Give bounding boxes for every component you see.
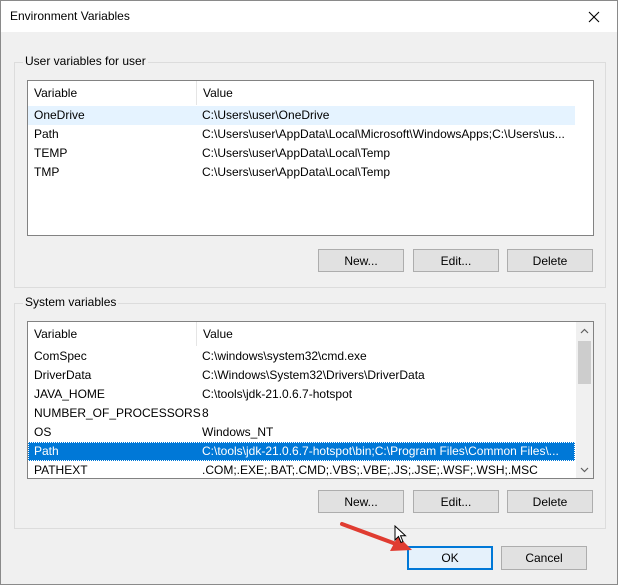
column-header-variable[interactable]: Variable (28, 322, 197, 346)
variable-name: JAVA_HOME (34, 387, 105, 401)
user-delete-button[interactable]: Delete (507, 249, 593, 272)
cancel-button[interactable]: Cancel (501, 546, 587, 570)
variable-name: TEMP (34, 146, 68, 160)
variable-value: .COM;.EXE;.BAT;.CMD;.VBS;.VBE;.JS;.JSE;.… (202, 463, 538, 477)
variable-value: C:\Windows\System32\Drivers\DriverData (202, 368, 425, 382)
variable-name: OS (34, 425, 52, 439)
column-header-value[interactable]: Value (197, 81, 576, 105)
list-item[interactable]: DriverData C:\Windows\System32\Drivers\D… (28, 366, 575, 385)
list-item[interactable]: ComSpec C:\windows\system32\cmd.exe (28, 347, 575, 366)
variable-value: 8 (202, 406, 209, 420)
user-variables-group: User variables for user Variable Value O… (14, 54, 606, 288)
variable-value: C:\Users\user\AppData\Local\Temp (202, 146, 391, 160)
list-item[interactable]: OneDrive C:\Users\user\OneDrive (28, 106, 575, 125)
scroll-down-icon (580, 467, 589, 472)
variable-name: OneDrive (34, 108, 85, 122)
list-item[interactable]: TMP C:\Users\user\AppData\Local\Temp (28, 163, 575, 182)
variable-value: Windows_NT (202, 425, 274, 439)
variable-name: Path (34, 444, 59, 458)
system-list-header: Variable Value (28, 322, 576, 346)
variable-name: DriverData (34, 368, 92, 382)
list-item-selected[interactable]: Path C:\tools\jdk-21.0.6.7-hotspot\bin;C… (28, 442, 575, 461)
column-header-value[interactable]: Value (197, 322, 576, 346)
list-item[interactable]: NUMBER_OF_PROCESSORS 8 (28, 404, 575, 423)
variable-name: Path (34, 127, 59, 141)
variable-value: C:\tools\jdk-21.0.6.7-hotspot (202, 387, 353, 401)
user-new-button[interactable]: New... (318, 249, 404, 272)
close-icon (588, 11, 600, 22)
list-item[interactable]: JAVA_HOME C:\tools\jdk-21.0.6.7-hotspot (28, 385, 575, 404)
variable-name: PATHEXT (34, 463, 88, 477)
column-header-variable[interactable]: Variable (28, 81, 197, 105)
system-variables-label: System variables (23, 295, 119, 309)
vertical-scrollbar[interactable] (576, 322, 593, 478)
user-variables-label: User variables for user (23, 54, 148, 68)
dialog-title: Environment Variables (10, 9, 130, 23)
list-item[interactable]: PATHEXT .COM;.EXE;.BAT;.CMD;.VBS;.VBE;.J… (28, 461, 575, 478)
scroll-down-button[interactable] (576, 461, 593, 478)
list-item[interactable]: TEMP C:\Users\user\AppData\Local\Temp (28, 144, 575, 163)
variable-name: ComSpec (34, 349, 87, 363)
user-variables-list[interactable]: Variable Value OneDrive C:\Users\user\On… (27, 80, 594, 236)
scrollbar-thumb[interactable] (578, 341, 591, 384)
user-list-header: Variable Value (28, 81, 593, 105)
title-bar: Environment Variables (1, 1, 617, 32)
close-button[interactable] (571, 1, 617, 32)
ok-button[interactable]: OK (407, 546, 493, 570)
system-delete-button[interactable]: Delete (507, 490, 593, 513)
scroll-up-icon (580, 328, 589, 333)
variable-value: C:\Users\user\AppData\Local\Microsoft\Wi… (202, 127, 565, 141)
variable-value: C:\windows\system32\cmd.exe (202, 349, 367, 363)
scroll-up-button[interactable] (576, 322, 593, 339)
system-variables-list[interactable]: Variable Value ComSpec C:\windows\system… (27, 321, 594, 479)
mouse-cursor-icon (394, 525, 407, 544)
variable-name: TMP (34, 165, 60, 179)
variable-value: C:\tools\jdk-21.0.6.7-hotspot\bin;C:\Pro… (202, 444, 559, 458)
system-variables-group: System variables Variable Value ComSpec … (14, 295, 606, 529)
environment-variables-dialog: Environment Variables User variables for… (0, 0, 618, 585)
system-new-button[interactable]: New... (318, 490, 404, 513)
list-item[interactable]: Path C:\Users\user\AppData\Local\Microso… (28, 125, 575, 144)
user-edit-button[interactable]: Edit... (413, 249, 499, 272)
variable-value: C:\Users\user\AppData\Local\Temp (202, 165, 391, 179)
variable-name: NUMBER_OF_PROCESSORS (34, 406, 201, 420)
list-item[interactable]: OS Windows_NT (28, 423, 575, 442)
variable-value: C:\Users\user\OneDrive (202, 108, 330, 122)
system-edit-button[interactable]: Edit... (413, 490, 499, 513)
